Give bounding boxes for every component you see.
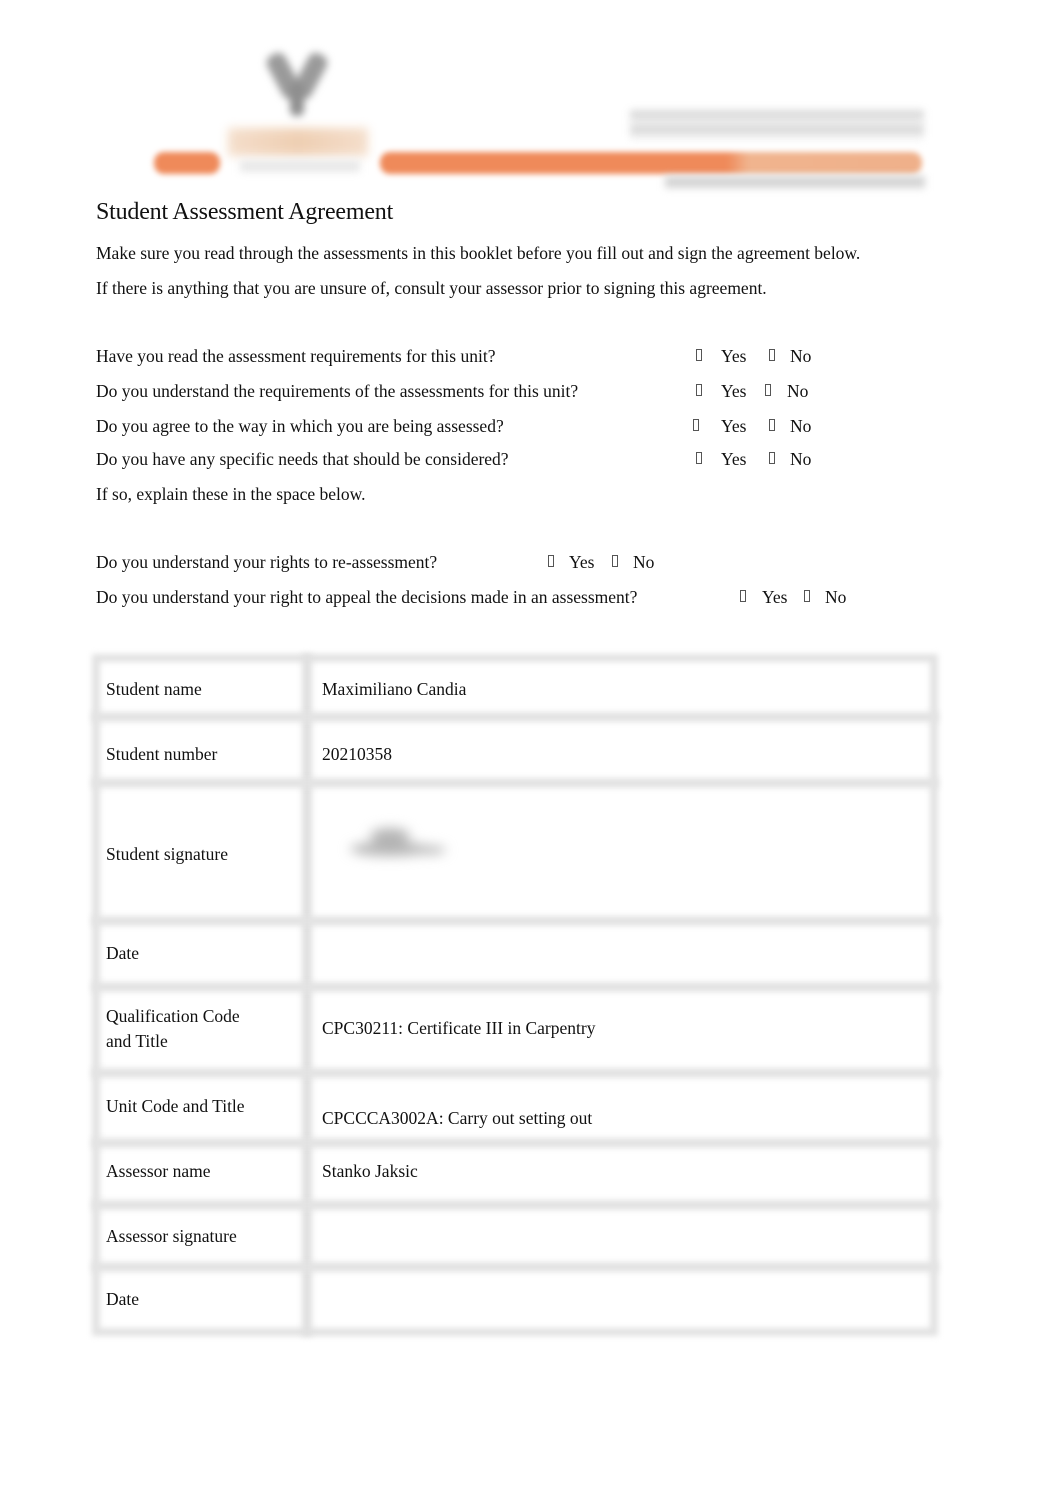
logo-icon (262, 48, 332, 118)
intro-paragraph-2: If there is anything that you are unsure… (96, 278, 767, 298)
yes-checkbox[interactable] (548, 555, 554, 567)
header-contact-info-secondary (665, 176, 925, 188)
yes-label: Yes (721, 449, 747, 469)
yes-checkbox[interactable] (740, 590, 746, 602)
no-checkbox[interactable] (769, 349, 775, 361)
yes-label: Yes (721, 346, 747, 366)
question-text: Do you understand the requirements of th… (96, 381, 579, 401)
no-checkbox[interactable] (804, 590, 810, 602)
header-contact-info (630, 110, 924, 140)
qualification-value[interactable]: CPC30211: Certificate III in Carpentry (322, 1016, 595, 1041)
question-text: Do you understand your rights to re-asse… (96, 552, 438, 572)
explain-note: If so, explain these in the space below. (96, 484, 366, 504)
rights-question-row: Do you understand your rights to re-asse… (96, 552, 676, 576)
page-title: Student Assessment Agreement (96, 199, 394, 225)
letterhead (140, 10, 970, 200)
yes-label: Yes (569, 552, 595, 572)
no-label: No (633, 552, 655, 572)
row-label-qualification: Qualification Code and Title (106, 1004, 240, 1054)
student-name-value[interactable]: Maximiliano Candia (322, 677, 466, 702)
yes-checkbox[interactable] (696, 349, 702, 361)
yes-checkbox[interactable] (693, 419, 699, 431)
question-text: Do you agree to the way in which you are… (96, 416, 504, 436)
no-label: No (790, 449, 812, 469)
row-label-line: and Title (106, 1031, 168, 1051)
no-checkbox[interactable] (769, 419, 775, 431)
row-label-student-name: Student name (106, 679, 202, 699)
row-label-assessor-signature: Assessor signature (106, 1226, 237, 1246)
header-accent-bar-right (380, 152, 922, 174)
student-signature-image[interactable] (340, 820, 450, 870)
row-label-assessor-date: Date (106, 1289, 140, 1309)
no-checkbox[interactable] (769, 452, 775, 464)
no-checkbox[interactable] (612, 555, 618, 567)
yes-checkbox[interactable] (696, 452, 702, 464)
yes-label: Yes (721, 416, 747, 436)
yes-label: Yes (762, 587, 788, 607)
row-label-line: Qualification Code (106, 1006, 240, 1026)
question-text: Do you have any specific needs that shou… (96, 449, 509, 469)
row-label-unit: Unit Code and Title (106, 1096, 245, 1116)
question-text: Do you understand your right to appeal t… (96, 587, 638, 607)
no-label: No (790, 416, 812, 436)
row-label-student-date: Date (106, 943, 140, 963)
no-label: No (825, 587, 847, 607)
logo-wordmark (228, 128, 368, 156)
question-row: Do you understand the requirements of th… (96, 381, 826, 405)
question-row: Have you read the assessment requirement… (96, 346, 826, 370)
rights-question-row: Do you understand your right to appeal t… (96, 587, 866, 611)
intro-paragraph-1: Make sure you read through the assessmen… (96, 243, 861, 263)
yes-label: Yes (721, 381, 747, 401)
row-label-student-number: Student number (106, 744, 218, 764)
no-label: No (790, 346, 812, 366)
question-row: Do you have any specific needs that shou… (96, 449, 826, 473)
no-checkbox[interactable] (765, 384, 771, 396)
logo-tagline (240, 160, 360, 172)
row-label-assessor-name: Assessor name (106, 1161, 211, 1181)
no-label: No (787, 381, 809, 401)
question-text: Have you read the assessment requirement… (96, 346, 496, 366)
question-row: Do you agree to the way in which you are… (96, 416, 826, 440)
student-number-value[interactable]: 20210358 (322, 742, 392, 767)
unit-value[interactable]: CPCCCA3002A: Carry out setting out (322, 1106, 592, 1131)
header-accent-bar-left (154, 152, 220, 174)
assessor-name-value[interactable]: Stanko Jaksic (322, 1159, 418, 1184)
row-label-student-signature: Student signature (106, 844, 228, 864)
yes-checkbox[interactable] (696, 384, 702, 396)
